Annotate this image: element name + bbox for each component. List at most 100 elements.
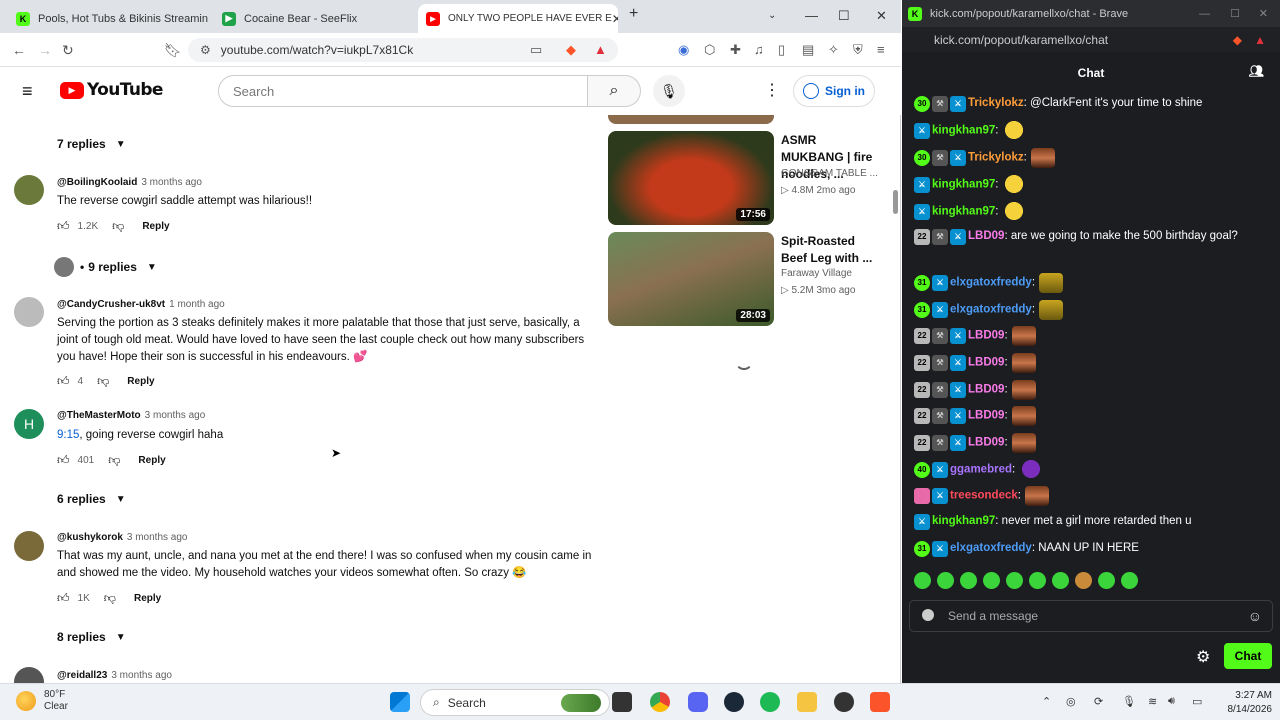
steam-icon[interactable]	[724, 692, 744, 712]
back-icon[interactable]: ←	[12, 42, 26, 58]
tab-seeflix[interactable]: ▶ Cocaine Bear - SeeFlix	[214, 4, 414, 33]
tray-chevron-icon[interactable]: ⌃	[1042, 695, 1051, 708]
comment-author[interactable]: @reidall23 3 months ago	[57, 670, 172, 681]
comment-author[interactable]: @kushykorok 3 months ago	[57, 532, 188, 543]
scrollbar-thumb[interactable]	[893, 190, 898, 214]
dislike-icon[interactable]: 👎︎	[112, 219, 124, 234]
emote-icon[interactable]	[914, 572, 931, 589]
tray-app-icon[interactable]: ◎	[1066, 695, 1076, 708]
replies-toggle[interactable]: 7 replies ▼	[57, 137, 126, 151]
chat-username[interactable]: LBD09	[968, 437, 1004, 449]
puzzle-icon[interactable]: ✚	[730, 42, 741, 58]
chat-username[interactable]: Trickylokz	[968, 97, 1024, 109]
emote-icon[interactable]	[937, 572, 954, 589]
close-window-icon[interactable]: ✕	[876, 8, 887, 24]
system-clock[interactable]: 3:27 AM 8/14/2026	[1222, 689, 1273, 717]
close-window-icon[interactable]: ✕	[1259, 7, 1268, 20]
brave-rewards-icon[interactable]: ▲	[1254, 33, 1266, 47]
tab-search-chevron-icon[interactable]: ⌄	[768, 10, 776, 21]
chat-settings-icon[interactable]: ⚙	[1196, 647, 1210, 667]
related-video-title[interactable]: Spit-Roasted Beef Leg with ...	[781, 233, 881, 267]
cast-icon[interactable]: ▭	[530, 42, 542, 58]
reply-button[interactable]: Reply	[138, 455, 165, 466]
reply-button[interactable]: Reply	[142, 221, 169, 232]
tab-kick-stream[interactable]: K Pools, Hot Tubs & Bikinis Streaming	[8, 4, 208, 33]
weather-widget[interactable]: 80°F Clear	[16, 689, 68, 713]
replies-toggle[interactable]: 8 replies ▼	[57, 630, 126, 644]
guide-menu-icon[interactable]: ≡	[22, 81, 33, 102]
brave-icon[interactable]	[870, 692, 890, 712]
like-icon[interactable]: 👍︎	[57, 219, 70, 234]
timestamp-link[interactable]: 9:15	[57, 429, 79, 441]
chat-username[interactable]: LBD09	[968, 230, 1004, 242]
chat-username[interactable]: kingkhan97	[932, 125, 995, 137]
sidebar-icon[interactable]: ▯	[778, 42, 785, 58]
media-icon[interactable]: ♫	[754, 42, 764, 57]
chat-username[interactable]: treesondeck	[950, 490, 1018, 502]
spotify-icon[interactable]	[760, 692, 780, 712]
chat-username[interactable]: elxgatoxfreddy	[950, 542, 1032, 554]
chat-username[interactable]: LBD09	[968, 384, 1004, 396]
file-explorer-icon[interactable]	[797, 692, 817, 712]
more-options-icon[interactable]: ⋮	[764, 80, 780, 100]
chat-username[interactable]: kingkhan97	[932, 206, 995, 218]
wifi-icon[interactable]: ≋	[1148, 695, 1157, 708]
forward-icon[interactable]: →	[38, 42, 52, 58]
vpn-icon[interactable]: ⛨	[853, 42, 863, 58]
chat-username[interactable]: LBD09	[968, 330, 1004, 342]
dislike-icon[interactable]: 👎︎	[97, 374, 109, 389]
search-input[interactable]: Search	[218, 75, 588, 107]
leo-icon[interactable]: ✧	[828, 42, 839, 58]
avatar[interactable]: H	[14, 409, 44, 439]
like-icon[interactable]: 👍︎	[57, 591, 70, 606]
chat-username[interactable]: LBD09	[968, 410, 1004, 422]
maximize-icon[interactable]: ☐	[838, 8, 850, 24]
brave-shields-icon[interactable]: ◆	[566, 42, 576, 58]
related-video-thumbnail[interactable]	[608, 115, 774, 124]
chrome-icon[interactable]	[650, 692, 670, 712]
chat-username[interactable]: kingkhan97	[932, 515, 995, 527]
chat-username[interactable]: Trickylokz	[968, 152, 1024, 164]
menu-icon[interactable]: ≡	[877, 42, 885, 57]
chat-username[interactable]: ggamebred	[950, 464, 1012, 476]
close-tab-icon[interactable]: ✕	[612, 12, 618, 26]
tray-mic-icon[interactable]: 🎙︎	[1122, 695, 1136, 708]
tray-sync-icon[interactable]: ⟳	[1094, 695, 1103, 708]
audio-icon[interactable]: ◉	[678, 42, 689, 58]
avatar[interactable]	[14, 531, 44, 561]
youtube-logo[interactable]: ▶ YouTube	[60, 80, 163, 100]
chat-username[interactable]: kingkhan97	[932, 179, 995, 191]
related-video-channel[interactable]: Faraway Village	[781, 268, 852, 279]
emoji-picker-icon[interactable]: ☺	[1248, 608, 1262, 624]
comment-author[interactable]: @TheMasterMoto 3 months ago	[57, 410, 205, 421]
chat-username[interactable]: LBD09	[968, 357, 1004, 369]
avatar[interactable]	[14, 667, 44, 683]
chat-username[interactable]: elxgatoxfreddy	[950, 304, 1032, 316]
wallet-icon[interactable]: ▤	[802, 42, 814, 58]
sign-in-button[interactable]: Sign in	[793, 75, 875, 107]
app-icon[interactable]	[834, 692, 854, 712]
minimize-icon[interactable]: —	[805, 8, 818, 23]
emote-icon[interactable]	[1098, 572, 1115, 589]
comment-author[interactable]: @CandyCrusher-uk8vt 1 month ago	[57, 299, 225, 310]
bookmark-icon[interactable]: 🔖︎	[164, 42, 182, 59]
maximize-icon[interactable]: ☐	[1230, 7, 1240, 20]
replies-toggle[interactable]: 6 replies ▼	[57, 492, 126, 506]
task-view-icon[interactable]	[612, 692, 632, 712]
site-info-icon[interactable]: ⚙︎	[200, 43, 211, 57]
brave-rewards-icon[interactable]: ▲	[594, 42, 607, 57]
emote-icon[interactable]	[1052, 572, 1069, 589]
users-icon[interactable]: 👥︎	[1249, 64, 1264, 78]
emote-icon[interactable]	[960, 572, 977, 589]
related-video-channel[interactable]: GONGSAM TABLE ...	[781, 168, 878, 179]
emote-icon[interactable]	[1121, 572, 1138, 589]
avatar[interactable]	[14, 297, 44, 327]
battery-icon[interactable]: ▭	[1192, 695, 1202, 708]
start-button-icon[interactable]	[390, 692, 410, 712]
voice-search-button[interactable]: 🎙︎	[653, 75, 685, 107]
reply-button[interactable]: Reply	[127, 376, 154, 387]
discord-icon[interactable]	[688, 692, 708, 712]
emote-icon[interactable]	[1029, 572, 1046, 589]
brave-shields-icon[interactable]: ◆	[1233, 33, 1242, 47]
page-scrollbar[interactable]	[890, 70, 900, 680]
